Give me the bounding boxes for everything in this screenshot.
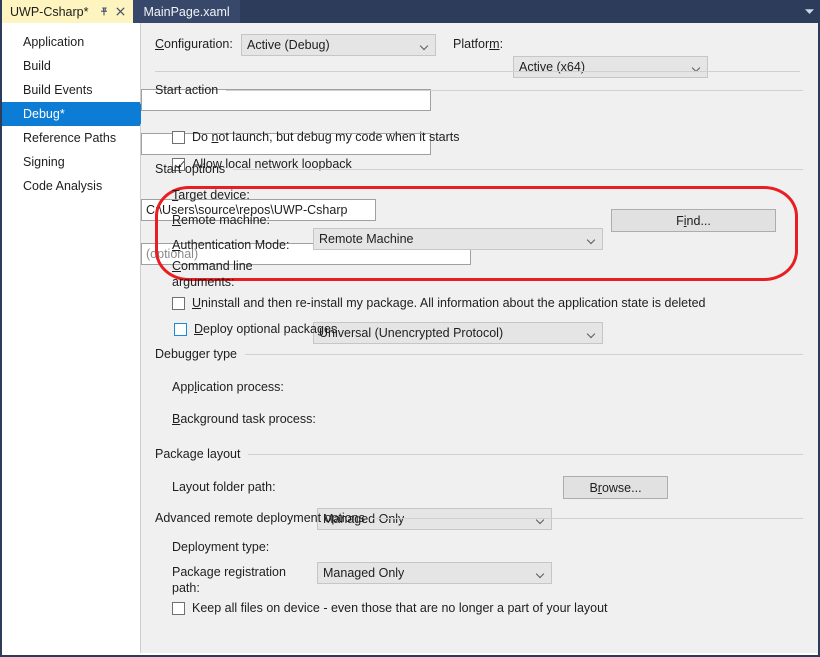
keep-files-checkbox-row[interactable]: Keep all files on device - even those th… <box>172 601 608 615</box>
tab-strip-spacer <box>240 0 796 23</box>
chevron-down-icon[interactable] <box>796 0 820 23</box>
project-properties-window: UWP-Csharp* MainPage.xaml <box>0 0 820 657</box>
background-task-process-dropdown[interactable]: Managed Only <box>317 562 552 584</box>
background-task-process-label: Background task process: <box>172 412 316 426</box>
chevron-down-icon <box>537 571 544 578</box>
sidebar-item-label: Signing <box>23 155 65 169</box>
debugger-type-title: Debugger type <box>155 347 245 361</box>
browse-button[interactable]: Browse... <box>563 476 668 499</box>
target-device-value: Remote Machine <box>319 232 414 246</box>
configuration-row: Configuration: <box>155 37 233 51</box>
sidebar-item-label: Code Analysis <box>23 179 102 193</box>
package-registration-path-label: Package registration path: <box>172 564 286 596</box>
platform-label: Platform: <box>453 37 503 51</box>
layout-folder-path-label: Layout folder path: <box>172 480 276 494</box>
tab-uwp-csharp-label: UWP-Csharp* <box>10 5 89 19</box>
sidebar-item-code-analysis[interactable]: Code Analysis <box>2 174 140 198</box>
deploy-optional-packages-checkbox-row[interactable]: Deploy optional packages <box>174 322 337 336</box>
sidebar-item-application[interactable]: Application <box>2 30 140 54</box>
category-sidebar: Application Build Build Events Debug* Re… <box>2 23 141 653</box>
start-options-group-header: Start options <box>155 162 803 176</box>
package-layout-title: Package layout <box>155 447 248 461</box>
do-not-launch-label: Do not launch, but debug my code when it… <box>192 130 460 144</box>
sidebar-item-build[interactable]: Build <box>2 54 140 78</box>
sidebar-item-label: Reference Paths <box>23 131 116 145</box>
start-action-title: Start action <box>155 83 226 97</box>
do-not-launch-checkbox[interactable] <box>172 131 185 144</box>
deploy-optional-packages-label: Deploy optional packages <box>194 322 337 336</box>
start-options-title: Start options <box>155 162 233 176</box>
command-line-arguments-label-line1: Command line <box>172 258 253 274</box>
configuration-dropdown[interactable]: Active (Debug) <box>241 34 436 56</box>
platform-row: Platform: <box>453 37 503 51</box>
configuration-value: Active (Debug) <box>247 38 330 52</box>
do-not-launch-checkbox-row[interactable]: Do not launch, but debug my code when it… <box>172 130 460 144</box>
start-action-group-header: Start action <box>155 83 803 97</box>
uninstall-reinstall-label: Uninstall and then re-install my package… <box>192 296 706 310</box>
advanced-remote-group-header: Advanced remote deployment options <box>155 511 803 525</box>
sidebar-item-reference-paths[interactable]: Reference Paths <box>2 126 140 150</box>
remote-machine-label: Remote machine: <box>172 213 270 227</box>
command-line-arguments-label-line2: arguments: <box>172 274 253 290</box>
keep-files-label: Keep all files on device - even those th… <box>192 601 608 615</box>
group-rule <box>248 454 803 455</box>
sidebar-item-signing[interactable]: Signing <box>2 150 140 174</box>
layout-folder-path-row: Layout folder path: <box>172 480 276 494</box>
uninstall-reinstall-checkbox[interactable] <box>172 297 185 310</box>
find-button[interactable]: Find... <box>611 209 776 232</box>
chevron-down-icon <box>421 43 428 50</box>
background-task-process-value: Managed Only <box>323 566 404 580</box>
deployment-type-label: Deployment type: <box>172 540 269 554</box>
sidebar-item-label: Debug* <box>23 107 65 121</box>
debugger-type-group-header: Debugger type <box>155 347 803 361</box>
configuration-label: Configuration: <box>155 37 233 51</box>
package-layout-group-header: Package layout <box>155 447 803 461</box>
target-device-dropdown[interactable]: Remote Machine <box>313 228 603 250</box>
package-registration-path-label-line2: path: <box>172 580 286 596</box>
close-icon[interactable] <box>113 0 129 23</box>
application-process-label: Application process: <box>172 380 284 394</box>
group-rule <box>226 90 803 91</box>
keep-files-checkbox[interactable] <box>172 602 185 615</box>
chevron-down-icon <box>588 237 595 244</box>
tab-mainpage-xaml[interactable]: MainPage.xaml <box>133 0 240 23</box>
tab-strip: UWP-Csharp* MainPage.xaml <box>2 0 820 23</box>
chevron-down-icon <box>588 331 595 338</box>
pin-icon[interactable] <box>97 0 113 23</box>
deploy-optional-packages-checkbox[interactable] <box>174 323 187 336</box>
tab-uwp-csharp[interactable]: UWP-Csharp* <box>2 0 133 23</box>
application-process-row: Application process: <box>172 380 284 394</box>
sidebar-item-label: Build <box>23 59 51 73</box>
command-line-arguments-label: Command line arguments: <box>172 258 253 290</box>
target-device-label: Target device: <box>172 188 250 202</box>
sidebar-item-debug[interactable]: Debug* <box>2 102 140 126</box>
background-task-process-row: Background task process: <box>172 412 316 426</box>
debug-settings-panel: Configuration: Active (Debug) Platform: … <box>141 23 818 653</box>
advanced-remote-title: Advanced remote deployment options <box>155 511 373 525</box>
authentication-mode-row: Authentication Mode: <box>172 238 289 252</box>
group-rule <box>245 354 803 355</box>
group-rule <box>233 169 803 170</box>
target-device-row: Target device: <box>172 188 250 202</box>
uninstall-reinstall-checkbox-row[interactable]: Uninstall and then re-install my package… <box>172 296 706 310</box>
toolbar-divider <box>155 71 800 72</box>
window-content: Application Build Build Events Debug* Re… <box>2 23 818 653</box>
sidebar-item-build-events[interactable]: Build Events <box>2 78 140 102</box>
platform-dropdown[interactable]: Active (x64) <box>513 56 708 78</box>
sidebar-item-label: Build Events <box>23 83 92 97</box>
remote-machine-row: Remote machine: <box>172 213 270 227</box>
tab-mainpage-xaml-label: MainPage.xaml <box>144 5 230 19</box>
authentication-mode-value: Universal (Unencrypted Protocol) <box>319 326 503 340</box>
sidebar-item-label: Application <box>23 35 84 49</box>
authentication-mode-dropdown[interactable]: Universal (Unencrypted Protocol) <box>313 322 603 344</box>
package-registration-path-label-line1: Package registration <box>172 564 286 580</box>
browse-button-label: Browse... <box>589 481 641 495</box>
deployment-type-row: Deployment type: <box>172 540 269 554</box>
authentication-mode-label: Authentication Mode: <box>172 238 289 252</box>
group-rule <box>373 518 803 519</box>
find-button-label: Find... <box>676 214 711 228</box>
